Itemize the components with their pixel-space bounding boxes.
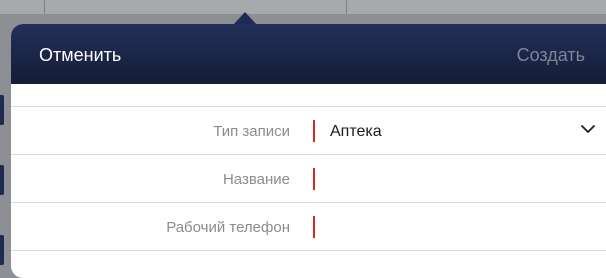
name-field[interactable] xyxy=(327,163,587,195)
new-record-popover: Отменить Создать Тип записи Аптека Назва… xyxy=(11,24,606,278)
record-type-row[interactable]: Тип записи Аптека xyxy=(11,107,606,155)
background-divider xyxy=(346,0,347,14)
background-row-marker xyxy=(0,95,4,125)
background-row-marker xyxy=(0,235,4,265)
background-list-header xyxy=(0,0,606,14)
cancel-button[interactable]: Отменить xyxy=(39,45,121,66)
work-phone-field[interactable] xyxy=(327,211,587,243)
work-phone-label: Рабочий телефон xyxy=(166,219,290,236)
name-row: Название xyxy=(11,155,606,203)
required-marker xyxy=(313,120,315,142)
row-separator xyxy=(11,250,606,251)
record-type-label: Тип записи xyxy=(213,123,290,140)
popover-navbar: Отменить Создать xyxy=(11,24,606,84)
background-divider xyxy=(44,0,45,14)
work-phone-row: Рабочий телефон xyxy=(11,203,606,251)
create-button[interactable]: Создать xyxy=(517,45,585,66)
required-marker xyxy=(313,168,315,190)
chevron-down-icon[interactable] xyxy=(581,124,595,134)
required-marker xyxy=(313,216,315,238)
record-type-value[interactable]: Аптека xyxy=(330,123,382,141)
name-label: Название xyxy=(222,171,290,188)
background-row-marker xyxy=(0,165,4,195)
